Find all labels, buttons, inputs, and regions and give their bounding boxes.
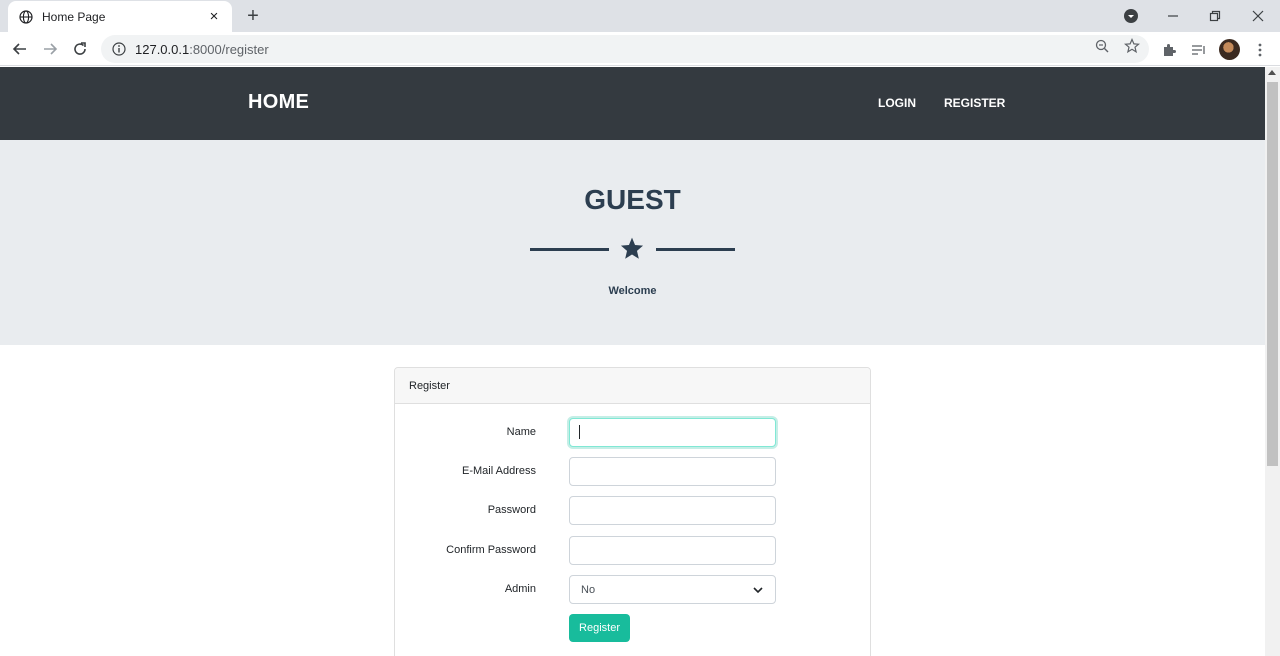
nav-register-link[interactable]: REGISTER <box>944 96 1005 110</box>
admin-select[interactable]: No <box>569 575 776 604</box>
restore-icon[interactable] <box>1203 4 1227 28</box>
nav-login-link[interactable]: LOGIN <box>878 96 916 110</box>
scrollbar-thumb[interactable] <box>1267 82 1278 466</box>
admin-label: Admin <box>504 583 536 595</box>
browser-tab-bar: Home Page × + <box>0 0 1280 32</box>
address-bar[interactable]: 127.0.0.1:8000/register <box>101 35 1149 63</box>
name-field[interactable] <box>569 418 776 447</box>
url-text: 127.0.0.1:8000/register <box>135 42 269 57</box>
forward-icon[interactable] <box>38 37 62 61</box>
close-window-icon[interactable] <box>1246 4 1270 28</box>
url-host: 127.0.0.1 <box>135 41 190 57</box>
card-header: Register <box>395 368 870 404</box>
minimize-icon[interactable] <box>1161 4 1185 28</box>
brand-home-link[interactable]: HOME <box>248 91 309 114</box>
chevron-down-icon <box>753 586 763 593</box>
more-options-icon[interactable] <box>1249 39 1271 61</box>
url-path: :8000/register <box>189 41 269 57</box>
new-tab-button[interactable]: + <box>241 4 265 28</box>
page-viewport: HOME LOGIN REGISTER GUEST Welcome Regist… <box>0 67 1265 656</box>
globe-icon <box>18 9 34 25</box>
divider-line-right <box>656 248 735 251</box>
reload-icon[interactable] <box>68 37 92 61</box>
profile-menu-icon[interactable] <box>1119 4 1143 28</box>
scroll-up-arrow-icon[interactable] <box>1268 70 1276 75</box>
email-label: E-Mail Address <box>462 465 536 477</box>
tab-title: Home Page <box>42 9 106 24</box>
site-info-icon[interactable] <box>111 41 127 57</box>
masthead: GUEST Welcome <box>0 140 1265 345</box>
text-caret <box>579 425 580 439</box>
password-field[interactable] <box>569 496 776 525</box>
browser-toolbar: 127.0.0.1:8000/register <box>0 32 1280 66</box>
masthead-subtitle: Welcome <box>608 285 657 297</box>
divider-line-left <box>530 248 609 251</box>
star-icon <box>620 237 644 259</box>
profile-avatar[interactable] <box>1219 39 1240 60</box>
confirm-password-label: Confirm Password <box>446 544 536 556</box>
password-label: Password <box>487 504 536 516</box>
email-field[interactable] <box>569 457 776 486</box>
register-card: Register Name E-Mail Address Password Co… <box>394 367 871 656</box>
confirm-password-field[interactable] <box>569 536 776 565</box>
bookmark-star-icon[interactable] <box>1123 37 1141 55</box>
register-button[interactable]: Register <box>569 614 630 642</box>
media-queue-icon[interactable] <box>1188 39 1210 61</box>
masthead-title: GUEST <box>584 184 681 215</box>
name-label: Name <box>506 426 536 438</box>
navbar: HOME LOGIN REGISTER <box>0 67 1265 140</box>
extensions-icon[interactable] <box>1158 39 1180 61</box>
close-tab-icon[interactable]: × <box>206 8 222 25</box>
browser-tab[interactable]: Home Page × <box>8 1 232 32</box>
admin-select-value: No <box>581 583 596 596</box>
page-scrollbar[interactable] <box>1265 67 1280 656</box>
back-icon[interactable] <box>8 37 32 61</box>
zoom-icon[interactable] <box>1093 37 1111 55</box>
